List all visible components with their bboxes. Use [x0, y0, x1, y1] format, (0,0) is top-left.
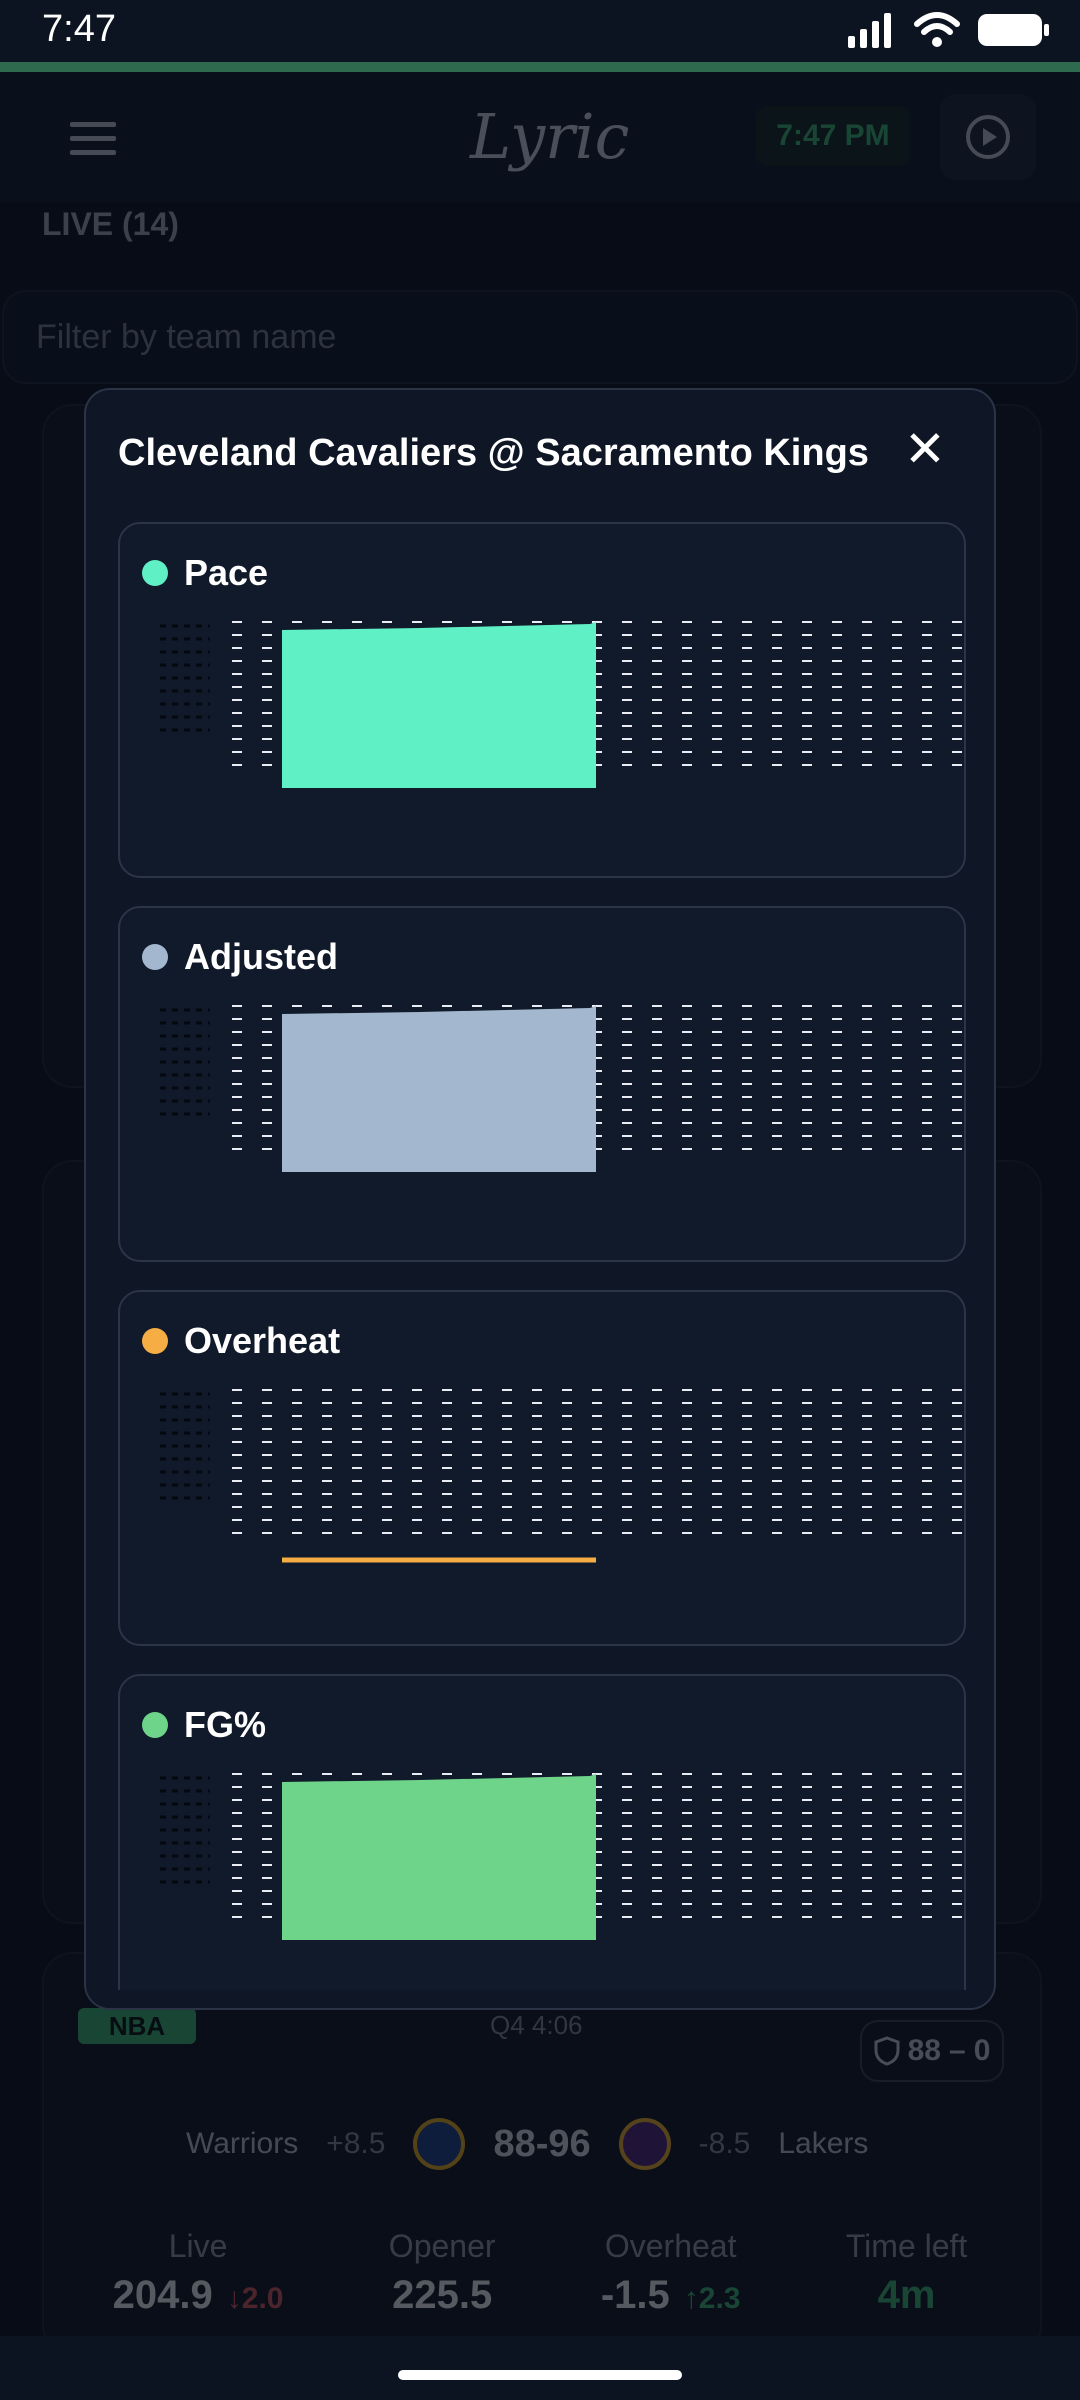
stat-live-value: 204.9 [112, 2273, 213, 2317]
away-team-name: Warriors [186, 2127, 299, 2160]
shield-icon [874, 2036, 900, 2066]
filter-placeholder: Filter by team name [36, 317, 337, 356]
metric-dot [142, 560, 168, 586]
signal-icon [848, 13, 891, 48]
stat-overheat: Overheat -1.5 ↑2.3 [601, 2228, 741, 2318]
away-spread: +8.5 [326, 2127, 386, 2160]
chart-area [282, 1774, 596, 1940]
home-spread: -8.5 [698, 2127, 751, 2160]
score-pill-value: 88 [907, 2034, 941, 2067]
metric-chart [160, 621, 964, 788]
home-indicator[interactable] [398, 2370, 682, 2380]
wifi-icon [914, 12, 960, 47]
stat-label: Live [168, 2228, 228, 2264]
chart-area [282, 622, 596, 788]
teams-row: Warriors +8.5 88-96 -8.5 Lakers [186, 2118, 906, 2170]
chart-area [282, 1006, 596, 1172]
stat-value: -1.5 ↑2.3 [601, 2273, 741, 2318]
game-detail-modal: Cleveland Cavaliers @ Sacramento Kings ✕… [84, 388, 996, 2010]
live-count-label: LIVE (14) [42, 206, 179, 242]
modal-title: Cleveland Cavaliers @ Sacramento Kings [118, 432, 869, 474]
metric-dot [142, 944, 168, 970]
status-icons [848, 12, 1050, 48]
score-pill-extra: 0 [973, 2034, 991, 2067]
game-clock: Q4 4:06 [490, 2010, 583, 2040]
score-pill-separator: – [949, 2034, 966, 2067]
lakers-logo-icon [618, 2118, 671, 2170]
stat-overheat-delta-value: 2.3 [698, 2282, 741, 2315]
stat-live-delta-value: 2.0 [241, 2282, 284, 2315]
home-team-name: Lakers [778, 2127, 869, 2160]
metric-dot [142, 1328, 168, 1354]
modal-bottom [86, 1990, 994, 2008]
stat-label: Time left [845, 2228, 968, 2264]
stat-overheat-value: -1.5 [600, 2273, 670, 2317]
play-icon [966, 115, 1010, 159]
stat-time-left: Time left 4m [846, 2228, 968, 2318]
league-badge: NBA [78, 2008, 196, 2044]
metric-label: FG% [184, 1704, 267, 1745]
team-filter-input[interactable]: Filter by team name [2, 290, 1078, 384]
metric-label: Pace [184, 552, 269, 593]
app-logo: Lyric [470, 100, 630, 173]
warriors-logo-icon [413, 2118, 466, 2170]
stat-label: Overheat [604, 2228, 737, 2264]
score-pill: 88 – 0 [860, 2020, 1004, 2082]
metric-card-fg-percent: FG% [118, 1674, 966, 2008]
system-nav-bar [0, 2336, 1080, 2400]
menu-icon[interactable] [70, 122, 116, 164]
stats-row: Live 204.9 ↓2.0 Opener 225.5 Overheat -1.… [60, 2228, 1020, 2318]
metric-card-adjusted: Adjusted [118, 906, 966, 1262]
status-time: 7:47 [42, 8, 116, 50]
stat-live: Live 204.9 ↓2.0 [113, 2228, 284, 2318]
battery-icon [978, 14, 1049, 46]
close-icon[interactable]: ✕ [904, 424, 946, 474]
play-button[interactable] [940, 94, 1036, 180]
time-pill: 7:47 PM [756, 106, 910, 166]
metric-chart [160, 1773, 964, 1940]
metric-card-pace: Pace [118, 522, 966, 878]
stat-live-delta: ↓2.0 [226, 2282, 284, 2315]
stat-label: Opener [388, 2228, 496, 2264]
metric-label: Adjusted [184, 936, 339, 977]
stat-value: 204.9 ↓2.0 [113, 2273, 284, 2318]
metric-label: Overheat [184, 1320, 341, 1361]
stat-value: 225.5 [392, 2273, 493, 2317]
metric-dot [142, 1712, 168, 1738]
stat-overheat-delta: ↑2.3 [683, 2282, 741, 2315]
metric-card-overheat: Overheat [118, 1290, 966, 1646]
accent-line [0, 62, 1080, 72]
metric-chart [160, 1389, 964, 1563]
stat-opener: Opener 225.5 [389, 2228, 496, 2318]
metric-chart [160, 1005, 964, 1172]
game-score: 88-96 [493, 2122, 591, 2165]
stat-value: 4m [877, 2273, 936, 2317]
